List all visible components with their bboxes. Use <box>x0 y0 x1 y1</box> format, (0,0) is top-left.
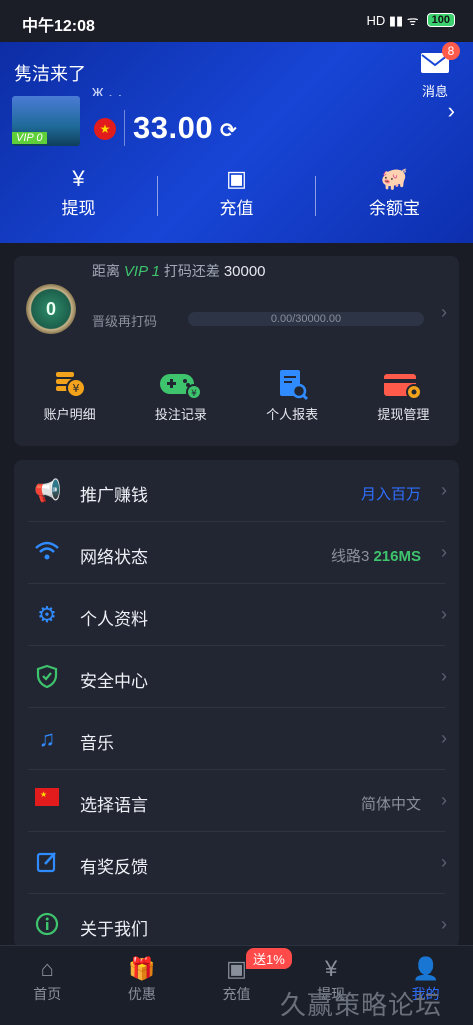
chevron-right-icon[interactable]: › <box>441 302 447 323</box>
quick-link-label: 账户明细 <box>43 407 96 422</box>
avatar-vip-badge: VIP 0 <box>12 132 47 144</box>
network-line: 线路3 <box>330 548 370 565</box>
tab-label: 首页 <box>33 986 62 1002</box>
menu-item-label: 安全中心 <box>80 672 148 691</box>
savings-label: 余额宝 <box>369 199 420 218</box>
withdraw-button[interactable]: ¥ 提现 <box>0 166 157 226</box>
gear-icon: ⚙ <box>37 602 57 627</box>
messages-button[interactable]: 8 消息 <box>418 42 460 100</box>
menu-item-label: 网络状态 <box>80 548 148 567</box>
flag-icon: ★ <box>35 788 59 806</box>
tab-label: 优惠 <box>127 986 156 1002</box>
menu-item-feedback[interactable]: 有奖反馈 › <box>14 832 459 894</box>
header-actions: ¥ 提现 ▣ 充值 🐖 余额宝 <box>0 166 473 226</box>
balance: 33.00 <box>124 110 213 146</box>
vip-coin-icon: 0 <box>26 284 76 334</box>
signal-wifi-icons: HD ▮▮ ᯤ <box>366 13 419 28</box>
username: 隽洁来了 <box>14 64 86 84</box>
wallet-icon: ▣ <box>226 166 247 191</box>
quick-link-personal-report[interactable]: 个人报表 <box>237 366 348 424</box>
quick-link-withdraw-management[interactable]: 提现管理 <box>348 366 459 424</box>
menu-item-profile[interactable]: ⚙ 个人资料 › <box>14 584 459 646</box>
svg-text:¥: ¥ <box>72 382 79 395</box>
coins-icon: ¥ <box>55 372 86 398</box>
quick-link-label: 个人报表 <box>266 407 319 422</box>
report-icon <box>280 370 309 401</box>
user-icon: 👤 <box>411 956 440 981</box>
menu-item-value: 月入百万 <box>360 486 421 503</box>
quick-link-account-details[interactable]: ¥ 账户明细 <box>14 366 125 424</box>
gamepad-icon: ¥ <box>159 374 202 400</box>
chevron-right-icon: › <box>441 604 447 624</box>
card-gear-icon <box>384 374 423 400</box>
menu-item-label: 关于我们 <box>80 920 148 939</box>
svg-text:★: ★ <box>40 790 47 799</box>
quick-links: ¥ 账户明细 ¥ 投注记录 个人报表 提现管理 <box>14 366 459 424</box>
wifi-icon <box>35 541 59 560</box>
menu-item-label: 音乐 <box>80 734 114 753</box>
quick-link-label: 提现管理 <box>377 407 430 422</box>
tab-promotions[interactable]: 🎁 优惠 <box>95 946 190 1025</box>
withdraw-label: 提现 <box>61 199 96 218</box>
progress-bar: 0.00/30000.00 <box>188 312 424 326</box>
vip-card: 0 距离 VIP 1 打码还差 30000 晋级再打码 0.00/30000.0… <box>14 256 459 446</box>
ticket-icon: ¥ <box>324 956 338 981</box>
tab-home[interactable]: ⌂ 首页 <box>0 946 95 1025</box>
menu-item-music[interactable]: ♫ 音乐 › <box>14 708 459 770</box>
distance-prefix: 距离 <box>92 263 120 279</box>
distance-mid: 打码还差 <box>163 263 220 279</box>
edit-icon <box>36 852 56 873</box>
shield-icon <box>36 664 58 688</box>
ticket-icon: ¥ <box>72 166 85 191</box>
deposit-promo-badge: 送1% <box>246 948 292 969</box>
svg-text:¥: ¥ <box>191 389 197 399</box>
quick-link-bet-records[interactable]: ¥ 投注记录 <box>125 366 236 424</box>
chevron-right-icon: › <box>441 728 447 748</box>
status-time: 中午12:08 <box>22 18 95 35</box>
savings-button[interactable]: 🐖 余额宝 <box>316 166 473 226</box>
chevron-right-icon: › <box>441 480 447 500</box>
status-icons: HD ▮▮ ᯤ 100 <box>366 11 455 29</box>
chevron-right-icon: › <box>441 542 447 562</box>
menu-item-language[interactable]: ★ 选择语言 简体中文 › <box>14 770 459 832</box>
info-icon <box>35 912 59 936</box>
menu-item-label: 个人资料 <box>80 610 148 629</box>
menu-item-value: 简体中文 <box>360 796 421 813</box>
quick-link-label: 投注记录 <box>154 407 207 422</box>
avatar[interactable]: VIP 0 <box>12 96 80 146</box>
music-icon: ♫ <box>38 726 56 751</box>
tab-label: 充值 <box>222 986 251 1002</box>
deposit-button[interactable]: ▣ 充值 <box>158 166 315 226</box>
battery-icon: 100 <box>426 13 455 27</box>
menu-item-network-status[interactable]: 网络状态 线路3 216MS › <box>14 522 459 584</box>
chevron-right-icon: › <box>441 666 447 686</box>
menu-item-label: 推广赚钱 <box>80 486 148 505</box>
home-icon: ⌂ <box>40 956 54 981</box>
chevron-right-icon: › <box>441 790 447 810</box>
message-badge: 8 <box>442 42 460 60</box>
settings-menu: 📢 推广赚钱 月入百万 › 网络状态 线路3 216MS › ⚙ 个人资料 › … <box>14 460 459 948</box>
network-status-value: 线路3 216MS <box>331 545 421 566</box>
deposit-label: 充值 <box>219 199 254 218</box>
watermark: 久赢策略论坛 <box>280 991 443 1021</box>
menu-item-label: 有奖反馈 <box>80 858 148 877</box>
chevron-right-icon: › <box>441 852 447 872</box>
target-vip: VIP 1 <box>123 263 161 280</box>
megaphone-icon: 📢 <box>34 478 62 503</box>
vip-progress-text: 距离 VIP 1 打码还差 30000 <box>92 261 266 281</box>
refresh-icon[interactable]: ⟳ <box>220 118 237 143</box>
chevron-right-icon: › <box>441 914 447 934</box>
piggy-bank-icon: 🐖 <box>380 166 409 191</box>
account-id: ж , , <box>92 82 123 96</box>
latency: 216MS <box>373 548 421 565</box>
chevron-right-icon[interactable]: › <box>448 98 455 124</box>
gift-icon: 🎁 <box>128 956 156 981</box>
menu-item-label: 选择语言 <box>80 796 148 815</box>
status-bar: 中午12:08 HD ▮▮ ᯤ 100 <box>0 0 473 42</box>
remaining-amount: 30000 <box>223 263 266 280</box>
country-flag-icon: ★ <box>94 118 116 140</box>
upgrade-label: 晋级再打码 <box>92 314 158 329</box>
menu-item-security[interactable]: 安全中心 › <box>14 646 459 708</box>
menu-item-promotion[interactable]: 📢 推广赚钱 月入百万 › <box>14 460 459 522</box>
